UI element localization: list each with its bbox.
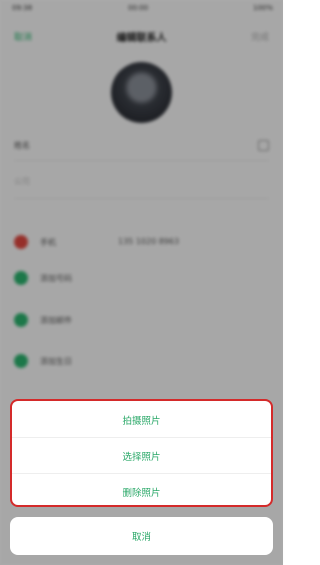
choose-photo-button[interactable]: 选择照片 — [12, 438, 271, 473]
photo-action-sheet: 拍摄照片 选择照片 删除照片 — [10, 399, 273, 507]
cancel-button[interactable]: 取消 — [10, 517, 273, 555]
delete-photo-button[interactable]: 删除照片 — [12, 474, 271, 509]
take-photo-button[interactable]: 拍摄照片 — [12, 402, 271, 437]
